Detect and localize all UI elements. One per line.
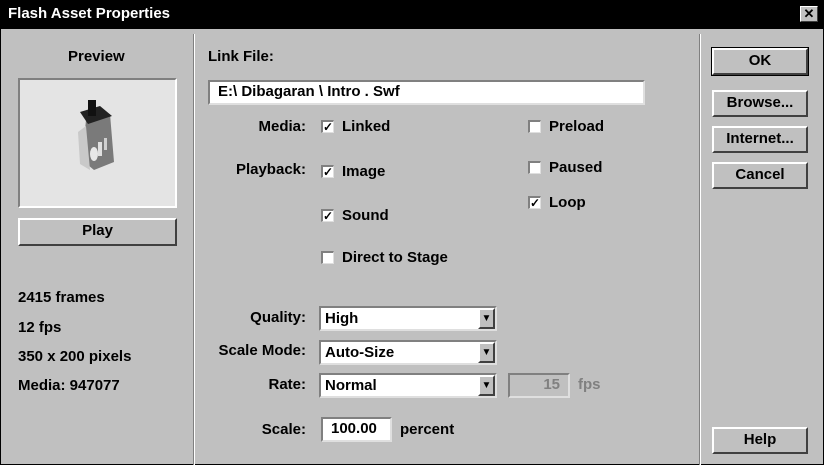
loop-label: Loop	[549, 194, 586, 211]
scale-mode-label: Scale Mode:	[218, 342, 306, 359]
rate-select[interactable]: Normal ▼	[319, 373, 497, 398]
fps-input[interactable]: 15	[508, 373, 570, 398]
window-title: Flash Asset Properties	[8, 5, 171, 22]
linked-checkbox[interactable]: ✓ Linked	[321, 118, 390, 135]
cancel-button[interactable]: Cancel	[712, 162, 808, 189]
internet-button[interactable]: Internet...	[712, 126, 808, 153]
dimensions-info: 350 x 200 pixels	[18, 348, 132, 365]
quality-select[interactable]: High ▼	[319, 306, 497, 331]
sound-checkbox[interactable]: ✓ Sound	[321, 207, 389, 224]
preview-label: Preview	[68, 48, 125, 65]
preview-box	[18, 78, 177, 208]
fps-info: 12 fps	[18, 319, 62, 336]
rate-value: Normal	[325, 377, 377, 394]
browse-button[interactable]: Browse...	[712, 90, 808, 117]
paused-label: Paused	[549, 159, 603, 176]
chevron-down-icon[interactable]: ▼	[478, 308, 495, 329]
scale-mode-value: Auto-Size	[325, 344, 395, 361]
preload-checkbox[interactable]: Preload	[528, 118, 604, 135]
checkbox-empty-icon	[528, 161, 541, 174]
link-file-label: Link File:	[208, 48, 274, 65]
help-button[interactable]: Help	[712, 427, 808, 454]
quality-label: Quality:	[250, 309, 306, 326]
rate-label: Rate:	[268, 376, 306, 393]
direct-to-stage-label: Direct to Stage	[342, 249, 448, 266]
right-divider	[699, 34, 701, 465]
play-button[interactable]: Play	[18, 218, 177, 246]
ok-button[interactable]: OK	[711, 47, 809, 76]
close-button[interactable]: ✕	[800, 6, 818, 22]
loop-checkbox[interactable]: ✓ Loop	[528, 194, 586, 211]
quality-value: High	[325, 310, 359, 327]
image-checkbox[interactable]: ✓ Image	[321, 163, 385, 180]
checkbox-empty-icon	[528, 120, 541, 133]
linked-label: Linked	[342, 118, 391, 135]
preload-label: Preload	[549, 118, 605, 135]
flash-preview-icon	[78, 100, 114, 170]
direct-to-stage-checkbox[interactable]: Direct to Stage	[321, 249, 448, 266]
link-file-input[interactable]: E:\ Dibagaran \ Intro . Swf	[208, 80, 645, 105]
frame-count: 2415 frames	[18, 289, 105, 306]
title-bar: Flash Asset Properties ✕	[0, 0, 824, 28]
paused-checkbox[interactable]: Paused	[528, 159, 602, 176]
media-label: Media:	[258, 118, 306, 135]
scale-mode-select[interactable]: Auto-Size ▼	[319, 340, 497, 365]
scale-label: Scale:	[261, 421, 306, 438]
checkbox-empty-icon	[321, 251, 334, 264]
check-icon: ✓	[321, 209, 334, 223]
left-divider	[193, 34, 195, 465]
check-icon: ✓	[321, 165, 334, 179]
scale-input[interactable]: 100.00	[321, 417, 392, 442]
media-size: Media: 947077	[18, 377, 120, 394]
check-icon: ✓	[528, 196, 541, 210]
chevron-down-icon[interactable]: ▼	[478, 342, 495, 363]
sound-label: Sound	[342, 207, 389, 224]
chevron-down-icon[interactable]: ▼	[478, 375, 495, 396]
scale-unit-label: percent	[400, 421, 455, 438]
check-icon: ✓	[321, 120, 334, 134]
image-label: Image	[342, 163, 386, 180]
fps-unit-label: fps	[578, 376, 601, 393]
playback-label: Playback:	[235, 161, 306, 178]
